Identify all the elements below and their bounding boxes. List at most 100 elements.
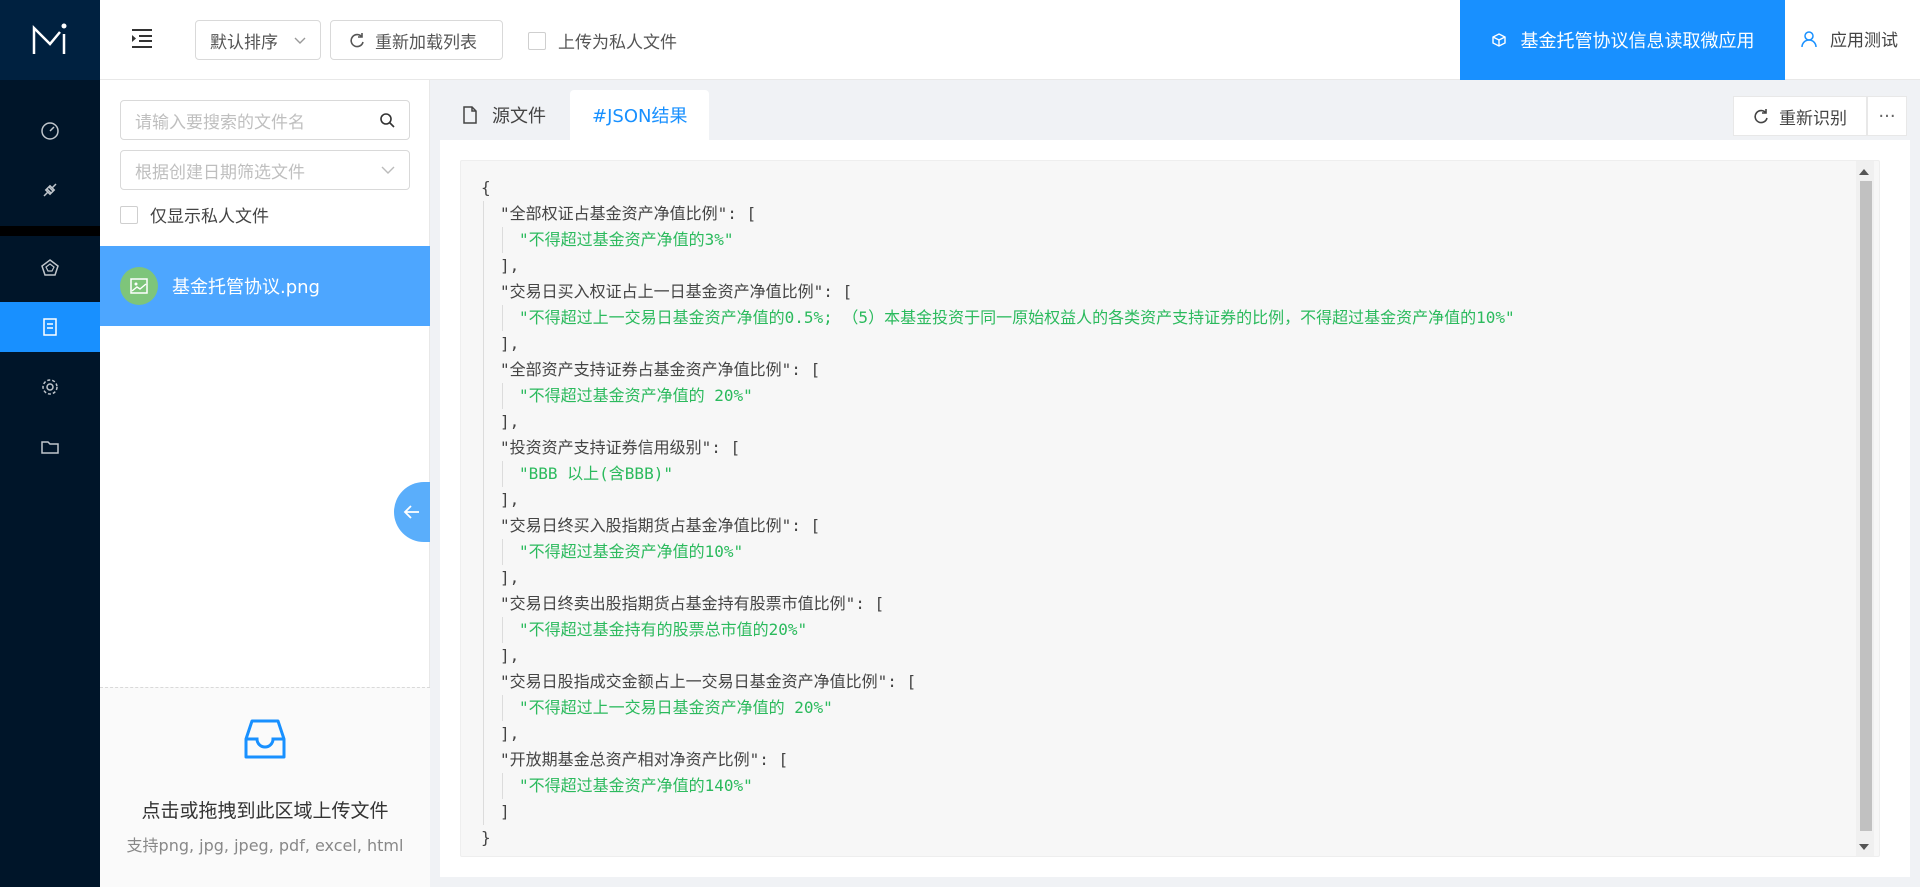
pentagon-icon — [41, 259, 59, 276]
nav-files[interactable] — [0, 422, 100, 472]
top-header: 默认排序 重新加载列表 上传为私人文件 基金托管协议信息读取微应用 应用测试 — [100, 0, 1920, 80]
file-panel: 请输入要搜索的文件名 根据创建日期筛选文件 仅显示私人文件 基金托管协议.png — [100, 80, 430, 887]
json-key-line: ], — [500, 646, 520, 665]
json-key-line: ], — [500, 568, 520, 587]
json-string-line: "不得超过基金持有的股票总市值的20%" — [519, 620, 808, 639]
search-icon[interactable] — [379, 112, 395, 128]
more-options-button[interactable]: ··· — [1867, 96, 1907, 136]
indent-guide — [483, 201, 484, 825]
tab-source-label: 源文件 — [492, 106, 546, 127]
json-key-line: ], — [500, 412, 520, 431]
reload-icon — [350, 33, 364, 48]
menu-toggle-button[interactable] — [130, 26, 154, 50]
json-string-line: "不得超过基金资产净值的140%" — [519, 776, 753, 795]
json-key-line: ] — [500, 802, 510, 821]
user-menu[interactable]: 应用测试 — [1800, 26, 1898, 51]
private-upload-checkbox[interactable] — [528, 31, 546, 50]
private-upload-toggle[interactable]: 上传为私人文件 — [528, 28, 677, 53]
scroll-down-arrow[interactable] — [1859, 844, 1869, 850]
tab-json-label: #JSON结果 — [592, 106, 688, 127]
indent-guide — [502, 617, 503, 643]
logo-icon — [32, 23, 67, 54]
upload-dropzone[interactable]: 点击或拖拽到此区域上传文件 支持png, jpg, jpeg, pdf, exc… — [100, 687, 430, 887]
nav-models[interactable] — [0, 243, 100, 293]
json-key-line: "开放期基金总资产相对净资产比例": [ — [500, 750, 789, 769]
scroll-up-arrow[interactable] — [1859, 169, 1869, 175]
nav-settings[interactable] — [0, 362, 100, 412]
gear-icon — [42, 379, 58, 395]
file-search-placeholder: 请输入要搜索的文件名 — [135, 112, 305, 133]
reload-list-label: 重新加载列表 — [375, 32, 477, 53]
chevron-down-icon — [381, 166, 395, 174]
json-key-line: { — [481, 178, 491, 197]
nav-separator — [0, 226, 100, 236]
arrow-left-icon — [403, 505, 419, 519]
rerecognize-button[interactable]: 重新识别 — [1733, 96, 1867, 136]
indent-guide — [502, 695, 503, 721]
json-key-line: ], — [500, 256, 520, 275]
document-icon — [43, 318, 57, 336]
file-list-item[interactable]: 基金托管协议.png — [100, 246, 430, 326]
json-key-line: "交易日股指成交金额占上一交易日基金资产净值比例": [ — [500, 672, 917, 691]
indent-guide — [502, 773, 503, 799]
dashboard-icon — [41, 122, 59, 140]
scroll-thumb[interactable] — [1860, 181, 1872, 831]
cube-icon — [1491, 33, 1506, 47]
inbox-icon — [244, 719, 286, 759]
json-key-line: } — [481, 828, 491, 847]
user-icon — [1801, 30, 1817, 47]
json-key-line: "交易日终卖出股指期货占基金持有股票市值比例": [ — [500, 594, 885, 613]
image-file-icon — [120, 267, 158, 305]
json-key-line: "交易日买入权证占上一日基金资产净值比例": [ — [500, 282, 853, 301]
sort-select[interactable]: 默认排序 — [195, 20, 321, 60]
main-area: 源文件 #JSON结果 重新识别 ··· { "全部权证占基金资产净值比例": [… — [440, 80, 1910, 877]
left-nav-rail — [0, 0, 100, 887]
json-string-line: "BBB 以上(含BBB)" — [519, 464, 673, 483]
json-key-line: "交易日终买入股指期货占基金净值比例": [ — [500, 516, 821, 535]
file-name: 基金托管协议.png — [172, 277, 320, 298]
app-name-button[interactable]: 基金托管协议信息读取微应用 — [1460, 0, 1785, 80]
tab-source-file[interactable]: 源文件 — [440, 90, 568, 140]
app-name-label: 基金托管协议信息读取微应用 — [1520, 31, 1755, 52]
json-key-line: "全部权证占基金资产净值比例": [ — [500, 204, 757, 223]
json-viewer[interactable]: { "全部权证占基金资产净值比例": [ "不得超过基金资产净值的3%"], "交易日… — [460, 160, 1880, 857]
json-string-line: "不得超过基金资产净值的3%" — [519, 230, 734, 249]
indent-guide — [502, 461, 503, 487]
rerecognize-label: 重新识别 — [1779, 108, 1847, 129]
nav-api[interactable] — [0, 165, 100, 215]
upload-title: 点击或拖拽到此区域上传文件 — [141, 800, 389, 822]
folder-icon — [41, 441, 59, 454]
indent-guide — [502, 305, 503, 331]
json-string-line: "不得超过上一交易日基金资产净值的 20%" — [519, 698, 833, 717]
indent-guide — [502, 539, 503, 565]
indent-guide — [502, 383, 503, 409]
json-key-line: ], — [500, 490, 520, 509]
nav-documents[interactable] — [0, 302, 100, 352]
user-name: 应用测试 — [1830, 31, 1898, 51]
private-upload-label: 上传为私人文件 — [558, 33, 677, 53]
chevron-down-icon — [294, 37, 306, 44]
only-private-toggle[interactable]: 仅显示私人文件 — [120, 202, 269, 227]
date-filter-placeholder: 根据创建日期筛选文件 — [135, 162, 305, 183]
app-logo[interactable] — [0, 0, 100, 80]
upload-hint: 支持png, jpg, jpeg, pdf, excel, html — [126, 836, 404, 855]
file-icon — [463, 106, 477, 124]
plug-icon — [43, 183, 57, 197]
date-filter-select[interactable]: 根据创建日期筛选文件 — [120, 150, 410, 190]
json-scrollbar[interactable] — [1856, 161, 1874, 856]
tab-json-result[interactable]: #JSON结果 — [570, 90, 710, 140]
only-private-checkbox[interactable] — [120, 205, 138, 224]
json-key-line: "投资资产支持证券信用级别": [ — [500, 438, 741, 457]
json-key-line: ], — [500, 334, 520, 353]
nav-dashboard[interactable] — [0, 105, 100, 155]
json-content-panel: { "全部权证占基金资产净值比例": [ "不得超过基金资产净值的3%"], "交易日… — [440, 140, 1910, 877]
reload-icon — [1754, 109, 1768, 124]
only-private-label: 仅显示私人文件 — [150, 207, 269, 227]
json-key-line: ], — [500, 724, 520, 743]
sort-select-value: 默认排序 — [210, 32, 278, 53]
reload-list-button[interactable]: 重新加载列表 — [330, 20, 503, 60]
more-options-label: ··· — [1878, 105, 1896, 127]
indent-guide — [502, 227, 503, 253]
file-search-input[interactable]: 请输入要搜索的文件名 — [120, 100, 410, 140]
json-string-line: "不得超过基金资产净值的 20%" — [519, 386, 753, 405]
